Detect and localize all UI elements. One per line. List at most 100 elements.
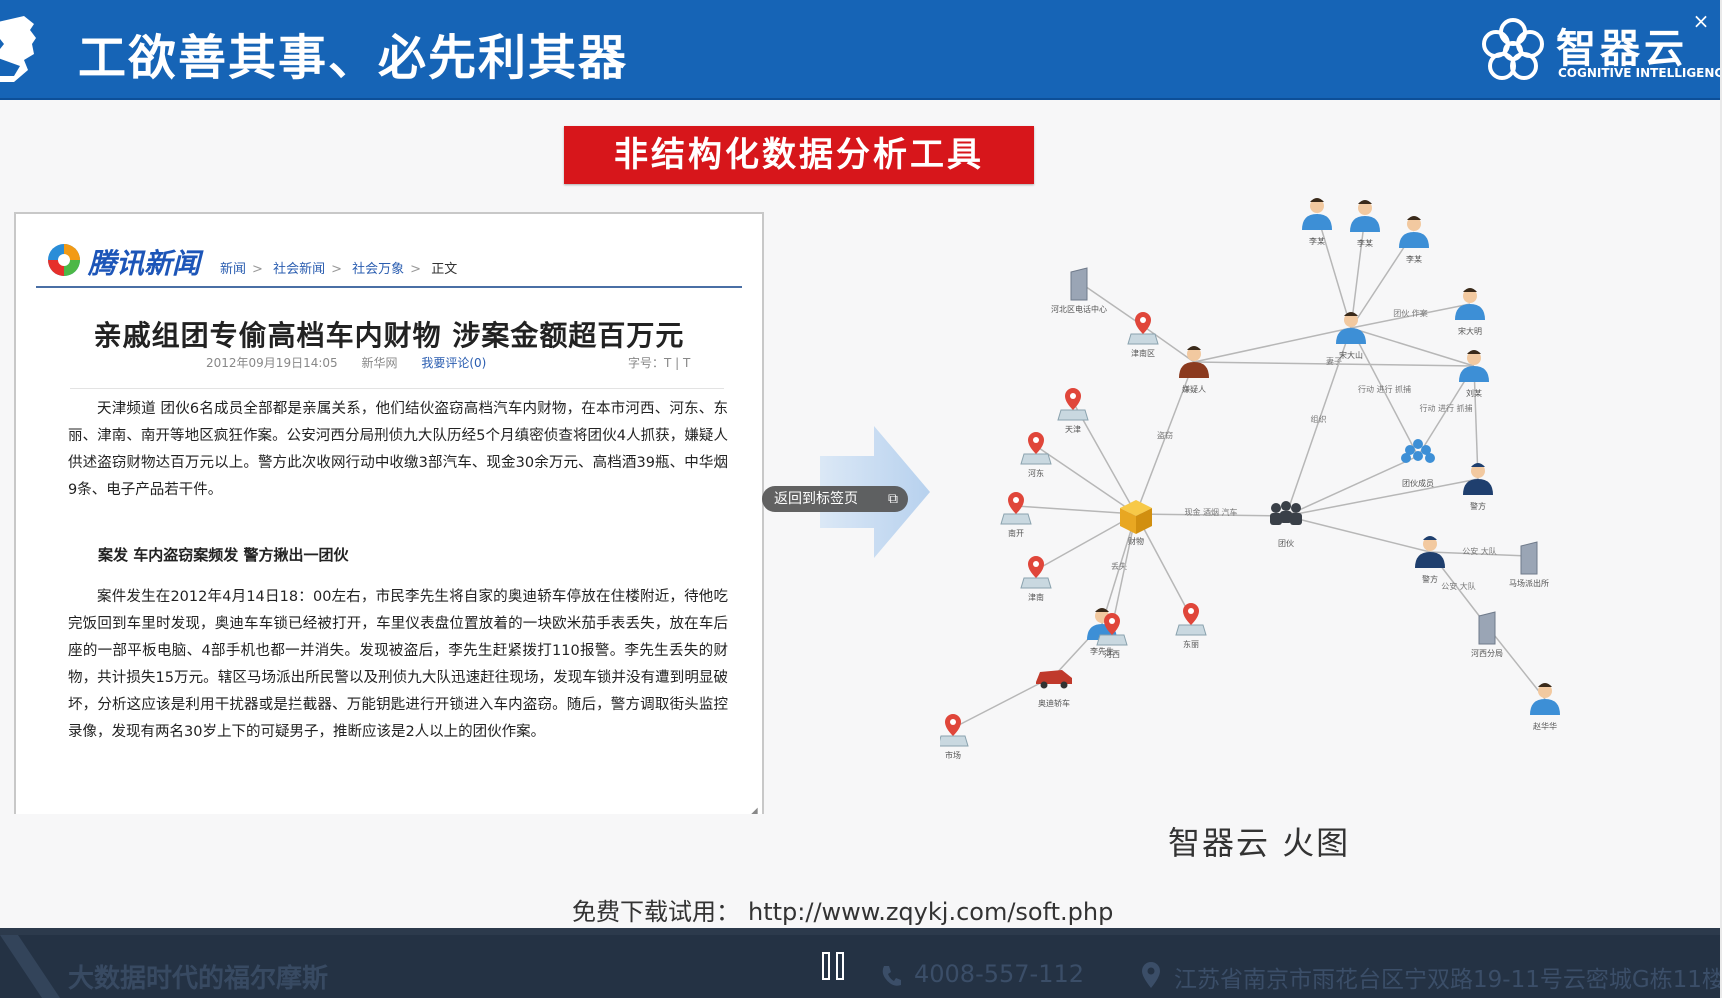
graph-node-label: 马场派出所: [1509, 578, 1549, 588]
graph-node-label: 奥迪轿车: [1038, 698, 1070, 708]
download-label: 免费下载试用：: [572, 898, 740, 926]
relationship-graph: 团伙 作案妻子行动 进行 抓捕行动 进行 抓捕组织盗窃现金 酒烟 汽车公安 大队…: [940, 198, 1560, 760]
graph-node-label: 刘某: [1466, 388, 1482, 398]
graph-node-building[interactable]: 马场派出所: [1509, 541, 1549, 588]
location-pin-icon: [1142, 962, 1160, 988]
graph-node-label: 河西分局: [1471, 648, 1503, 658]
breadcrumb-current: 正文: [431, 262, 458, 277]
graph-node-location[interactable]: 东丽: [1175, 603, 1207, 649]
graph-edge: [1316, 213, 1352, 329]
graph-node-person[interactable]: 李某: [1302, 198, 1332, 246]
graph-edge: [1350, 327, 1475, 367]
graph-node-team[interactable]: 团伙: [1270, 501, 1302, 548]
graph-node-label: 团伙成员: [1402, 478, 1434, 488]
news-logo-text: 腾讯新闻: [88, 247, 201, 280]
pause-bar-left: [822, 952, 830, 980]
graph-node-person[interactable]: 赵华华: [1530, 683, 1560, 731]
bottom-slogan: 大数据时代的福尔摩斯: [68, 964, 329, 994]
article-paragraph: 案件发生在2012年4月14日18：00左右，市民李先生将自家的奥迪轿车停放在住…: [68, 589, 728, 740]
graph-edge-label: 组织: [1311, 414, 1327, 424]
graph-node-label: 宋大山: [1339, 350, 1363, 360]
graph-edge-label: 公安 大队: [1462, 546, 1497, 556]
graph-node-label: 嫌疑人: [1182, 384, 1206, 394]
article-source: 新华网: [361, 356, 398, 370]
graph-node-cube[interactable]: 财物: [1120, 500, 1152, 546]
graph-node-label: 河东: [1028, 468, 1044, 478]
download-url[interactable]: http://www.zqykj.com/soft.php: [748, 898, 1113, 926]
graph-node-label: 警方: [1422, 574, 1438, 584]
graph-edge: [1035, 445, 1137, 515]
close-icon[interactable]: ×: [1688, 8, 1714, 34]
article-date: 2012年09月19日14:05: [206, 356, 338, 370]
graph-node-label: 河北区电话中心: [1051, 304, 1107, 314]
graph-edge: [1285, 478, 1479, 517]
graph-node-suspect[interactable]: 嫌疑人: [1179, 346, 1209, 394]
return-to-tab-button[interactable]: 返回到标签页 ⧉: [762, 486, 908, 512]
brand-subtitle: COGNITIVE INTELLIGENCE: [1558, 66, 1722, 80]
graph-edge: [1486, 625, 1546, 700]
graph-edge-label: 现金 酒烟 汽车: [1184, 507, 1237, 517]
breadcrumb-item[interactable]: 社会万象: [352, 262, 404, 277]
pause-bar-right: [836, 952, 844, 980]
graph-edge-label: 盗窃: [1157, 430, 1173, 440]
graph-edge: [1473, 365, 1479, 480]
graph-node-person[interactable]: 宋大山: [1336, 312, 1366, 360]
graph-node-label: 警方: [1470, 501, 1486, 511]
font-size-toggle[interactable]: 字号：T | T: [628, 354, 690, 371]
phone-icon: [882, 966, 901, 986]
slide-title: 工欲善其事、必先利其器: [78, 30, 629, 86]
graph-node-label: 赵华华: [1533, 721, 1557, 731]
comment-link[interactable]: 我要评论(0): [421, 356, 486, 370]
graph-node-location[interactable]: 南开: [1000, 492, 1032, 538]
graph-node-label: 团伙: [1278, 539, 1294, 548]
graph-node-label: 津南: [1028, 592, 1044, 602]
graph-node-police[interactable]: 警方: [1415, 536, 1445, 584]
download-line: 免费下载试用： http://www.zqykj.com/soft.php: [572, 892, 1113, 927]
graph-node-label: 南开: [1008, 528, 1024, 538]
graph-edge: [1015, 505, 1137, 515]
brand-logo: 智器云 COGNITIVE INTELLIGENCE: [1478, 12, 1722, 92]
graph-node-label: 李某: [1309, 236, 1325, 246]
graph-node-location[interactable]: 津南: [1020, 556, 1052, 602]
graph-node-label: 市场: [945, 750, 961, 760]
graph-node-building[interactable]: 河北区电话中心: [1051, 267, 1107, 314]
breadcrumb: 新闻 > 社会新闻 > 社会万象 > 正文: [220, 262, 458, 277]
external-link-icon: ⧉: [888, 491, 898, 507]
graph-node-group[interactable]: 团伙成员: [1401, 439, 1435, 488]
article-meta: 2012年09月19日14:05 新华网 我要评论(0): [206, 354, 486, 371]
graph-edge-label: 行动 进行 抓捕: [1419, 403, 1472, 413]
graph-caption: 智器云 火图: [1168, 824, 1351, 862]
graph-node-building[interactable]: 河西分局: [1471, 611, 1503, 658]
address: 江苏省南京市雨花台区宁双路19-11号云密城G栋11楼: [1174, 967, 1722, 993]
graph-node-location[interactable]: 河东: [1020, 432, 1052, 478]
graph-node-car[interactable]: 奥迪轿车: [1036, 670, 1072, 708]
graph-node-police[interactable]: 警方: [1463, 463, 1493, 511]
graph-node-person[interactable]: 宋大明: [1455, 288, 1485, 336]
breadcrumb-item[interactable]: 社会新闻: [273, 262, 325, 277]
brand-flower-icon: [1482, 18, 1544, 80]
graph-node-label: 津南区: [1131, 348, 1155, 358]
news-article-screenshot: 腾讯新闻 新闻 > 社会新闻 > 社会万象 > 正文 亲戚组团专偷高档车内财物 涉案金…: [14, 212, 764, 814]
article-headline: 亲戚组团专偷高档车内财物 涉案金额超百万元: [93, 319, 685, 352]
presentation-slide: 工欲善其事、必先利其器 智器云 COGNITIVE INTELLIGENCE 非…: [0, 0, 1722, 935]
resize-grip-icon: ◢: [750, 806, 758, 814]
breadcrumb-item[interactable]: 新闻: [220, 262, 246, 277]
article-paragraph: 天津频道 团伙6名成员全部都是亲属关系，他们结伙盗窃高档汽车内财物，在本市河西、…: [68, 401, 728, 498]
pause-button[interactable]: [822, 952, 848, 982]
graph-node-person[interactable]: 李某: [1399, 216, 1429, 264]
graph-node-label: 河西: [1104, 649, 1120, 659]
graph-node-location[interactable]: 市场: [940, 714, 969, 760]
graph-edge: [1285, 455, 1419, 517]
tencent-logo-icon: [48, 244, 80, 276]
graph-node-label: 李某: [1406, 254, 1422, 264]
graph-node-label: 天津: [1065, 424, 1081, 434]
graph-edge: [1078, 281, 1144, 327]
graph-node-person[interactable]: 李某: [1350, 200, 1380, 248]
article-subheading: 案发 车内盗窃案频发 警方揪出一团伙: [98, 546, 349, 564]
graph-edge-label: 行动 进行 抓捕: [1358, 384, 1411, 394]
graph-node-label: 东丽: [1183, 639, 1199, 649]
graph-node-location[interactable]: 天津: [1057, 388, 1089, 434]
return-to-tab-label: 返回到标签页: [774, 491, 858, 507]
slide-header: 工欲善其事、必先利其器 智器云 COGNITIVE INTELLIGENCE: [0, 0, 1722, 98]
graph-node-person[interactable]: 刘某: [1459, 350, 1489, 398]
